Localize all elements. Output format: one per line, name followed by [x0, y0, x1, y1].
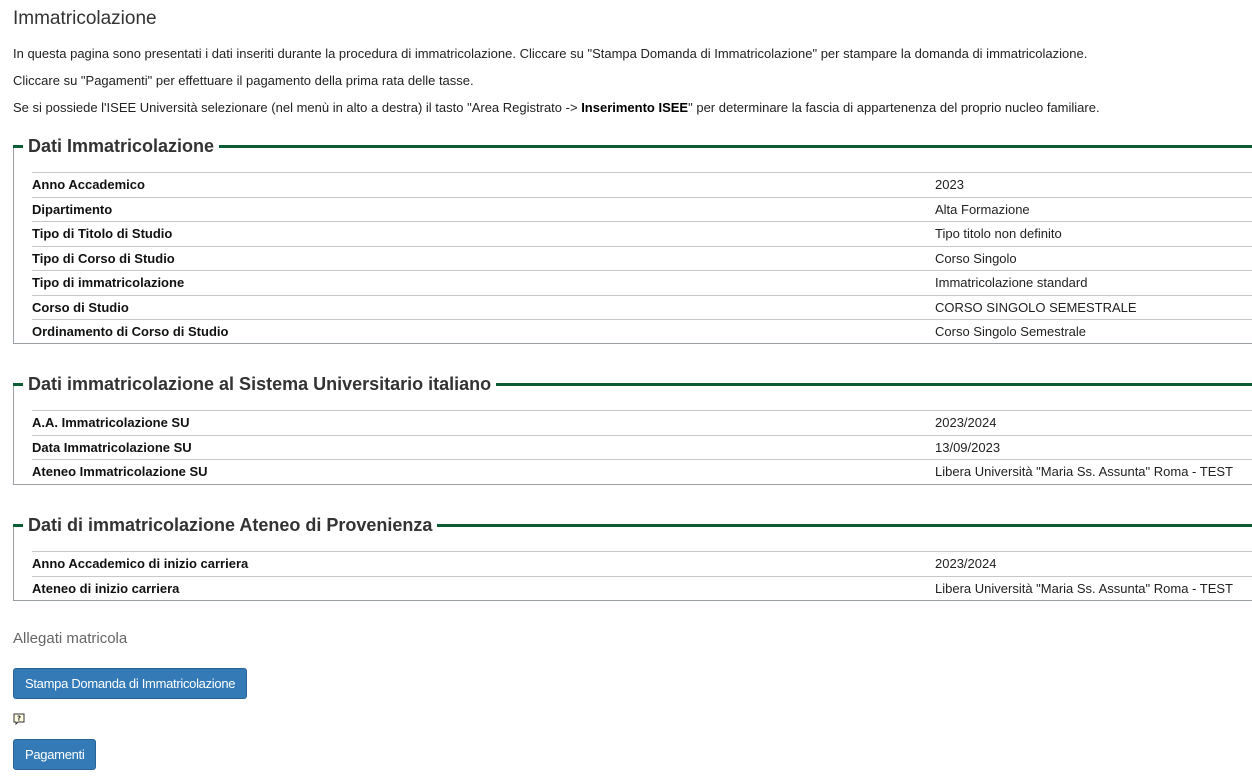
intro-text-3-post: " per determinare la fascia di appartene… — [688, 100, 1100, 115]
payments-button[interactable]: Pagamenti — [13, 739, 97, 770]
row-label: Tipo di immatricolazione — [32, 270, 935, 295]
section-title: Dati Immatricolazione — [23, 133, 220, 159]
row-label: Tipo di Corso di Studio — [32, 245, 935, 271]
section-header: Dati Immatricolazione — [13, 133, 1252, 159]
table-row: Dipartimento Alta Formazione — [32, 196, 1252, 222]
intro-text-3: Se si possiede l'ISEE Università selezio… — [13, 100, 1100, 115]
table-row: Tipo di Corso di Studio Corso Singolo — [32, 245, 1252, 271]
row-label: Tipo di Titolo di Studio — [32, 221, 935, 246]
row-label: Corso di Studio — [32, 294, 935, 320]
row-label: Ateneo di inizio carriera — [32, 575, 935, 600]
row-label: Anno Accademico — [32, 172, 935, 197]
row-value: Corso Singolo Semestrale — [935, 319, 1252, 344]
section-title: Dati di immatricolazione Ateneo di Prove… — [23, 512, 438, 538]
table-row: Anno Accademico di inizio carriera 2023/2… — [32, 551, 1252, 576]
table-row: Corso di Studio CORSO SINGOLO SEMESTRALE — [32, 294, 1252, 320]
intro-text-2: Cliccare su "Pagamenti" per effettuare i… — [13, 73, 474, 88]
row-value: Tipo titolo non definito — [935, 221, 1252, 246]
attachments-title: Allegati matricola — [13, 630, 128, 647]
intro-text-3-pre: Se si possiede l'ISEE Università selezio… — [13, 100, 582, 115]
row-label: Data Immatricolazione SU — [32, 434, 935, 460]
intro-text-1: In questa pagina sono presentati i dati … — [13, 46, 1088, 61]
row-label: A.A. Immatricolazione SU — [32, 410, 935, 435]
row-value: Libera Università "Maria Ss. Assunta" Ro… — [935, 575, 1252, 600]
table-row: Tipo di immatricolazione Immatricolazione… — [32, 270, 1252, 295]
row-value: Corso Singolo — [935, 245, 1252, 271]
table-row: Ordinamento di Corso di Studio Corso Sing… — [32, 319, 1252, 344]
section-header: Dati di immatricolazione Ateneo di Prove… — [13, 512, 1252, 538]
section-title: Dati immatricolazione al Sistema Univers… — [23, 371, 497, 397]
table-row: Ateneo di inizio carriera Libera Universi… — [32, 575, 1252, 600]
data-table: Anno Accademico di inizio carriera 2023/2… — [32, 551, 1252, 600]
help-icon-graphic: ? — [13, 713, 25, 726]
table-row: Data Immatricolazione SU 13/09/2023 — [32, 434, 1252, 460]
row-value: 13/09/2023 — [935, 434, 1252, 460]
row-value: Libera Università "Maria Ss. Assunta" Ro… — [935, 459, 1252, 484]
isee-link-text: Inserimento ISEE — [581, 100, 689, 115]
row-label: Ateneo Immatricolazione SU — [32, 459, 935, 484]
table-row: Ateneo Immatricolazione SU Libera Univers… — [32, 459, 1252, 484]
row-value: Immatricolazione standard — [935, 270, 1252, 295]
row-label: Ordinamento di Corso di Studio — [32, 319, 935, 344]
row-value: 2023/2024 — [935, 551, 1252, 576]
table-row: Anno Accademico 2023 — [32, 172, 1252, 197]
row-value: 2023 — [935, 172, 1252, 197]
section-dati-sistema-universitario: Dati immatricolazione al Sistema Univers… — [13, 371, 1252, 485]
table-row: A.A. Immatricolazione SU 2023/2024 — [32, 410, 1252, 435]
help-icon[interactable]: ? — [13, 712, 25, 726]
row-value: 2023/2024 — [935, 410, 1252, 435]
table-row: Tipo di Titolo di Studio Tipo titolo non … — [32, 221, 1252, 246]
svg-text:?: ? — [17, 715, 21, 723]
row-value: CORSO SINGOLO SEMESTRALE — [935, 294, 1252, 320]
section-dati-ateneo-provenienza: Dati di immatricolazione Ateneo di Prove… — [13, 512, 1252, 601]
data-table: A.A. Immatricolazione SU 2023/2024 Data I… — [32, 410, 1252, 484]
section-dati-immatricolazione: Dati Immatricolazione Anno Accademico 202… — [13, 133, 1252, 344]
row-value: Alta Formazione — [935, 196, 1252, 222]
data-table: Anno Accademico 2023 Dipartimento Alta For… — [32, 172, 1252, 344]
row-label: Anno Accademico di inizio carriera — [32, 551, 935, 576]
print-enrollment-button[interactable]: Stampa Domanda di Immatricolazione — [13, 668, 248, 699]
row-label: Dipartimento — [32, 196, 935, 222]
page-title: Immatricolazione — [13, 8, 157, 29]
section-header: Dati immatricolazione al Sistema Univers… — [13, 371, 1252, 397]
